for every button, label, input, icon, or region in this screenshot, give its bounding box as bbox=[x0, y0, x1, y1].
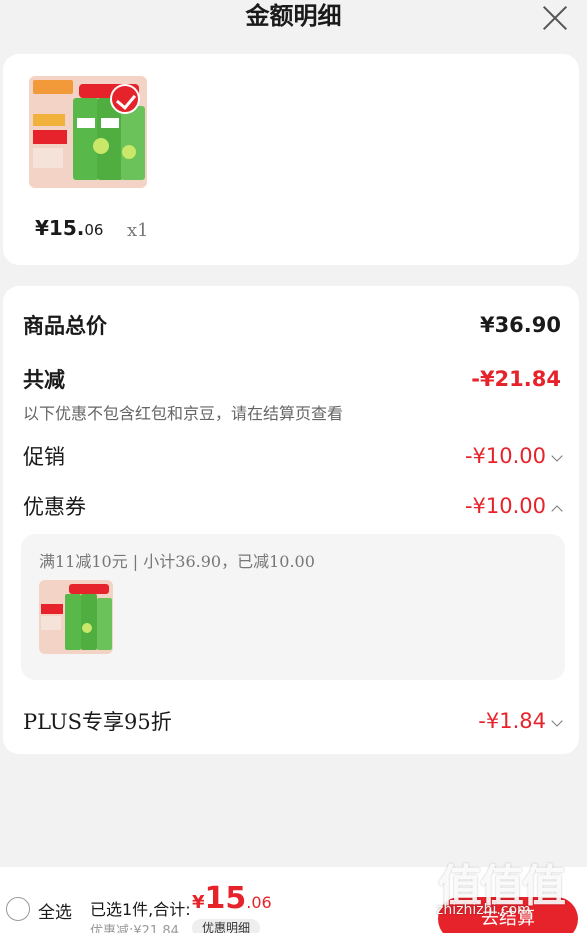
plus-value: -¥1.84 bbox=[478, 709, 563, 733]
discount-amount: 优惠减:¥21.84 bbox=[90, 924, 179, 933]
promo-label: 促销 bbox=[23, 445, 65, 469]
total-price-row: 商品总价 ¥36.90 bbox=[23, 310, 561, 340]
coupon-product-image bbox=[39, 580, 113, 654]
page-title: 金额明细 bbox=[245, 2, 342, 30]
price-summary-card: 商品总价 ¥36.90 共减 -¥21.84 以下优惠不包含红包和京豆，请在结算… bbox=[3, 286, 579, 754]
coupon-row[interactable]: 优惠券 -¥10.00 bbox=[23, 491, 563, 521]
reduce-label: 共减 bbox=[23, 368, 65, 392]
product-quantity: x1 bbox=[127, 220, 149, 241]
total-amount: ¥15.06 bbox=[192, 881, 272, 916]
reduce-value: -¥21.84 bbox=[471, 367, 561, 391]
discount-detail-button[interactable]: 优惠明细 bbox=[192, 919, 261, 933]
close-icon[interactable] bbox=[541, 4, 569, 32]
modal-header: 金额明细 bbox=[0, 0, 587, 40]
chevron-up-icon bbox=[551, 505, 563, 517]
discount-note: 以下优惠不包含红包和京豆，请在结算页查看 bbox=[23, 404, 344, 423]
select-all-radio[interactable] bbox=[6, 897, 30, 921]
coupon-label: 优惠券 bbox=[23, 495, 86, 519]
chevron-down-icon bbox=[551, 450, 563, 462]
checkout-button[interactable]: 去结算 bbox=[438, 897, 578, 933]
select-all-label[interactable]: 全选 bbox=[38, 898, 72, 923]
plus-label: PLUS专享95折 bbox=[23, 710, 172, 734]
plus-row[interactable]: PLUS专享95折 -¥1.84 bbox=[23, 706, 563, 736]
promo-value: -¥10.00 bbox=[465, 444, 563, 468]
coupon-detail-box: 满11减10元 | 小计36.90，已减10.00 bbox=[21, 534, 565, 680]
total-price-value: ¥36.90 bbox=[479, 313, 561, 337]
product-price: ¥15.06 bbox=[35, 216, 104, 240]
chevron-down-icon bbox=[551, 715, 563, 727]
promo-row[interactable]: 促销 -¥10.00 bbox=[23, 441, 563, 471]
product-card: ¥15.06 x1 bbox=[3, 54, 579, 265]
reduce-row: 共减 -¥21.84 bbox=[23, 364, 561, 394]
checkout-bar: 全选 已选1件,合计: ¥15.06 优惠减:¥21.84 优惠明细 去结算 bbox=[0, 867, 587, 933]
selected-info: 已选1件,合计: bbox=[90, 900, 191, 919]
coupon-value: -¥10.00 bbox=[465, 494, 563, 518]
total-price-label: 商品总价 bbox=[23, 314, 107, 338]
coupon-detail-text: 满11减10元 | 小计36.90，已减10.00 bbox=[39, 552, 315, 571]
selected-check-icon[interactable] bbox=[110, 84, 140, 114]
